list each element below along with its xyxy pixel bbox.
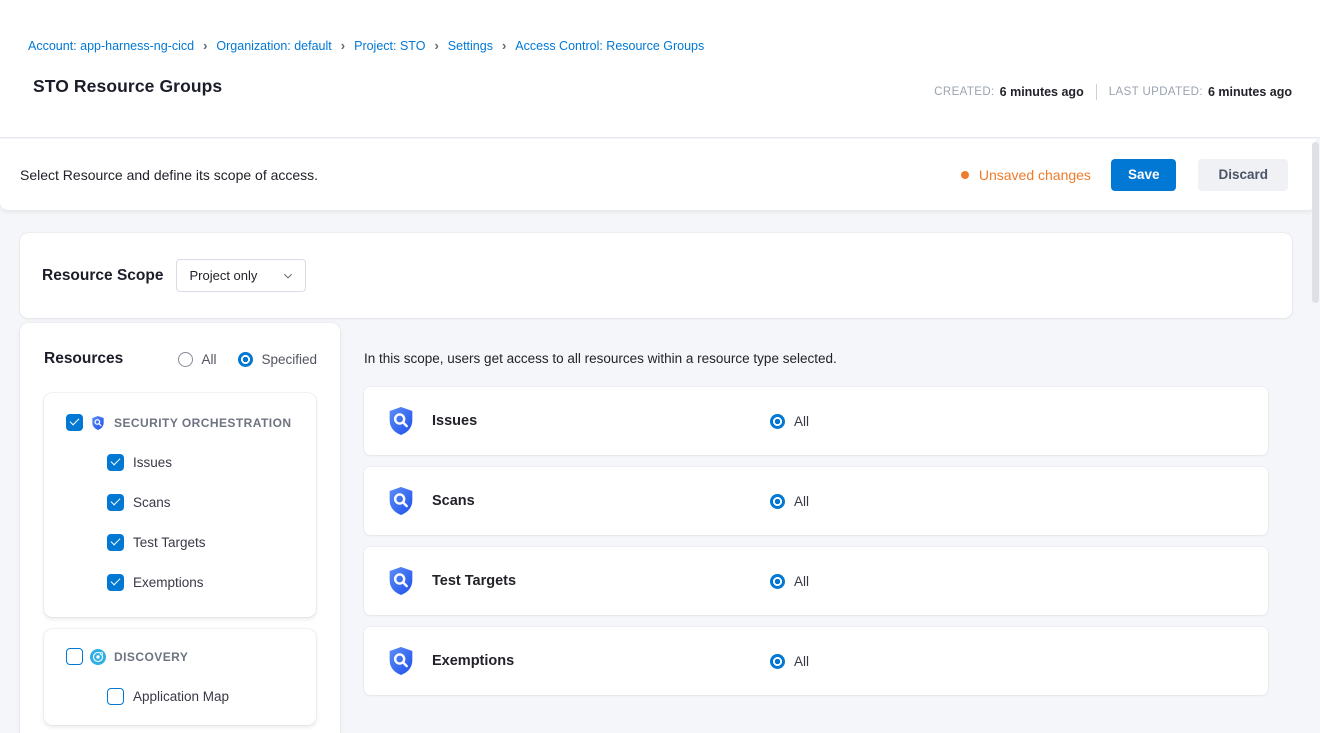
chevron-down-icon xyxy=(282,270,294,282)
resource-type-checkbox[interactable] xyxy=(107,574,124,591)
resource-scope-label: Resource Scope xyxy=(42,267,163,285)
radio-all[interactable] xyxy=(770,414,785,429)
group-card-security-orchestration: SECURITY ORCHESTRATION Issues Scans xyxy=(44,393,316,617)
radio-all[interactable] xyxy=(770,574,785,589)
resource-type-label: Scans xyxy=(133,495,171,510)
scope-access-section: In this scope, users get access to all r… xyxy=(364,323,1268,707)
resource-card-title: Scans xyxy=(432,493,475,509)
resource-card-title: Exemptions xyxy=(432,653,514,669)
resource-access-radio-group: All xyxy=(770,494,809,509)
resource-card: Issues All xyxy=(364,387,1268,455)
radio-all-label[interactable]: All xyxy=(794,574,809,589)
group-row: SECURITY ORCHESTRATION xyxy=(44,393,316,431)
resource-type-row: Issues xyxy=(107,454,316,471)
shield-search-icon xyxy=(385,645,417,677)
page-header: Account: app-harness-ng-cicd Organizatio… xyxy=(0,0,1320,138)
unsaved-changes-text: Unsaved changes xyxy=(979,167,1091,183)
toolbar: Select Resource and define its scope of … xyxy=(0,139,1316,210)
radio-all-label[interactable]: All xyxy=(794,494,809,509)
shield-search-icon xyxy=(385,405,417,437)
resource-type-label: Issues xyxy=(133,455,172,470)
last-updated-value: 6 minutes ago xyxy=(1208,85,1292,99)
group-checkbox[interactable] xyxy=(66,414,83,431)
group-children: Application Map xyxy=(107,688,316,705)
resource-card: Scans All xyxy=(364,467,1268,535)
resource-cards: Issues All xyxy=(364,387,1268,695)
radio-all-label[interactable]: All xyxy=(201,352,216,367)
breadcrumb: Account: app-harness-ng-cicd Organizatio… xyxy=(28,38,704,53)
resource-type-label: Application Map xyxy=(133,689,229,704)
breadcrumb-item[interactable]: Organization: default xyxy=(216,38,354,53)
group-children: Issues Scans Test Targets Exempt xyxy=(107,454,316,591)
radio-specified-label[interactable]: Specified xyxy=(261,352,317,367)
toolbar-actions: Unsaved changes Save Discard xyxy=(961,159,1288,191)
resource-type-checkbox[interactable] xyxy=(107,534,124,551)
unsaved-changes-dot-icon xyxy=(961,171,969,179)
resource-type-row: Application Map xyxy=(107,688,316,705)
resource-type-row: Scans xyxy=(107,494,316,511)
shield-search-icon xyxy=(385,565,417,597)
radio-all[interactable] xyxy=(770,494,785,509)
resource-scope-dropdown[interactable]: Project only xyxy=(176,259,306,292)
resource-access-radio-group: All xyxy=(770,414,809,429)
resource-scope-card: Resource Scope Project only xyxy=(20,233,1292,318)
resources-panel: Resources All Specified xyxy=(20,323,340,733)
radio-all[interactable] xyxy=(770,654,785,669)
resource-type-checkbox[interactable] xyxy=(107,688,124,705)
resource-scope-selected-value: Project only xyxy=(189,268,257,283)
resource-card: Exemptions All xyxy=(364,627,1268,695)
group-label: DISCOVERY xyxy=(114,650,188,664)
scope-description: In this scope, users get access to all r… xyxy=(364,323,1268,366)
resource-card-title: Test Targets xyxy=(432,573,516,589)
group-checkbox[interactable] xyxy=(66,648,83,665)
resources-mode-radios: All Specified xyxy=(178,352,317,367)
created-value: 6 minutes ago xyxy=(1000,85,1084,99)
radio-all-label[interactable]: All xyxy=(794,414,809,429)
shield-search-icon xyxy=(90,415,106,431)
radio-specified[interactable] xyxy=(238,352,253,367)
page-title: STO Resource Groups xyxy=(33,76,222,97)
radio-all-label[interactable]: All xyxy=(794,654,809,669)
group-card-discovery: DISCOVERY Application Map xyxy=(44,629,316,725)
last-updated-label: LAST UPDATED: xyxy=(1109,86,1203,98)
resource-type-checkbox[interactable] xyxy=(107,454,124,471)
resource-access-radio-group: All xyxy=(770,654,809,669)
resource-card-title: Issues xyxy=(432,413,477,429)
resource-card: Test Targets All xyxy=(364,547,1268,615)
radar-icon xyxy=(90,649,106,665)
breadcrumb-item[interactable]: Settings xyxy=(448,38,516,53)
resource-type-label: Test Targets xyxy=(133,535,206,550)
resource-type-label: Exemptions xyxy=(133,575,204,590)
resource-type-row: Exemptions xyxy=(107,574,316,591)
resources-panel-header: Resources All Specified xyxy=(44,350,317,368)
radio-all[interactable] xyxy=(178,352,193,367)
breadcrumb-item[interactable]: Project: STO xyxy=(354,38,448,53)
discard-button[interactable]: Discard xyxy=(1198,159,1288,191)
breadcrumb-item[interactable]: Account: app-harness-ng-cicd xyxy=(28,38,216,53)
group-label: SECURITY ORCHESTRATION xyxy=(114,416,291,430)
toolbar-description: Select Resource and define its scope of … xyxy=(20,167,318,183)
resource-access-radio-group: All xyxy=(770,574,809,589)
created-label: CREATED: xyxy=(934,86,995,98)
divider xyxy=(1096,84,1097,100)
page: Account: app-harness-ng-cicd Organizatio… xyxy=(0,0,1320,733)
timestamps: CREATED: 6 minutes ago LAST UPDATED: 6 m… xyxy=(934,84,1292,100)
resource-type-row: Test Targets xyxy=(107,534,316,551)
save-button[interactable]: Save xyxy=(1111,159,1177,191)
breadcrumb-item[interactable]: Access Control: Resource Groups xyxy=(515,39,704,53)
shield-search-icon xyxy=(385,485,417,517)
resources-title: Resources xyxy=(44,350,123,368)
vertical-scrollbar-thumb[interactable] xyxy=(1312,142,1319,303)
group-row: DISCOVERY xyxy=(44,629,316,665)
resource-type-checkbox[interactable] xyxy=(107,494,124,511)
